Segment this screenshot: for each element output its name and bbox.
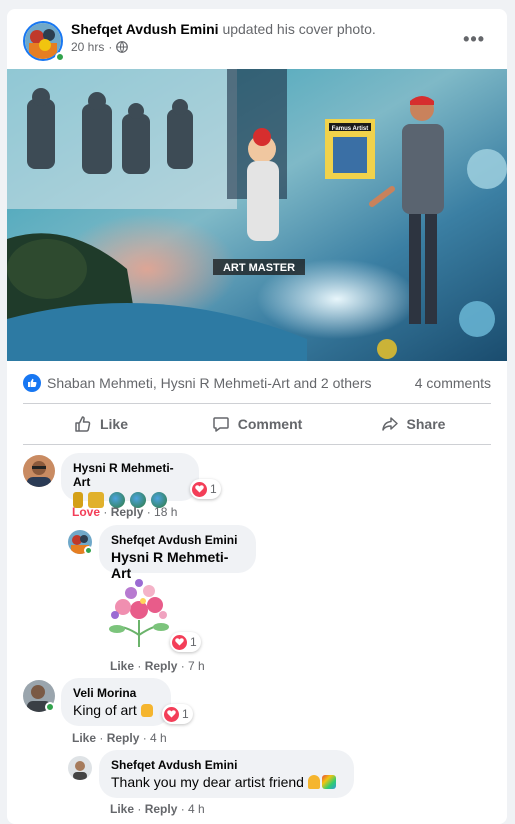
online-indicator <box>45 702 55 712</box>
like-label: Like <box>99 416 128 432</box>
comment-text: King of art <box>73 702 159 718</box>
commenter-avatar[interactable] <box>68 756 92 780</box>
divider <box>23 444 491 445</box>
comment-time[interactable]: 4 h <box>188 802 205 816</box>
more-options-icon[interactable]: ••• <box>463 29 485 50</box>
comment-author[interactable]: Hysni R Mehmeti-Art <box>73 461 187 489</box>
divider <box>23 403 491 404</box>
reaction-names[interactable]: Shaban Mehmeti, Hysni R Mehmeti-Art and … <box>47 375 415 391</box>
reply-link[interactable]: Reply <box>107 731 140 745</box>
heart-icon <box>164 706 179 722</box>
reply-link[interactable]: Reply <box>145 802 178 816</box>
comment-meta: Like · Reply · 7 h <box>110 659 205 673</box>
comment-meta: Love · Reply · 18 h <box>72 505 178 519</box>
commenter-avatar[interactable] <box>23 455 55 487</box>
comment-count[interactable]: 4 comments <box>415 375 491 391</box>
thumbs-up-emoji-icon <box>140 704 153 717</box>
comment-reaction[interactable]: 1 <box>162 704 193 724</box>
comment-bubble: Veli Morina King of art <box>61 678 171 726</box>
post-time[interactable]: 20 hrs <box>71 40 104 54</box>
comment-text: Thank you my dear artist friend <box>111 774 342 790</box>
love-link[interactable]: Love <box>72 505 100 519</box>
author-name[interactable]: Shefqet Avdush Emini <box>71 21 219 37</box>
comment-icon <box>212 417 229 432</box>
post-card: Shefqet Avdush Emini updated his cover p… <box>7 9 507 824</box>
cover-badge: Famus Artist <box>332 126 368 132</box>
like-button[interactable]: Like <box>23 407 179 441</box>
reaction-count: 1 <box>190 635 197 649</box>
reaction-summary: Shaban Mehmeti, Hysni R Mehmeti-Art and … <box>23 371 491 395</box>
share-icon <box>381 417 398 431</box>
comment-reaction[interactable]: 1 <box>190 479 221 499</box>
share-label: Share <box>406 416 446 432</box>
like-link[interactable]: Like <box>110 659 134 673</box>
comment-bubble: Shefqet Avdush Emini Hysni R Mehmeti-Art <box>99 525 256 581</box>
cover-photo[interactable]: Famus Artist ART MASTER <box>7 69 507 361</box>
comment-label: Comment <box>237 416 303 432</box>
like-reaction-icon <box>23 374 41 392</box>
globe-icon <box>116 41 129 53</box>
comment-bubble: Shefqet Avdush Emini Thank you my dear a… <box>99 750 354 798</box>
folded-hands-emoji-icon <box>307 775 320 789</box>
comment-meta: Like · Reply · 4 h <box>72 731 167 745</box>
rainbow-emoji-icon <box>321 775 336 789</box>
comment-author[interactable]: Veli Morina <box>73 686 159 700</box>
online-indicator <box>84 546 93 555</box>
reaction-count: 1 <box>182 707 189 721</box>
comment-time[interactable]: 7 h <box>188 659 205 673</box>
flower-bouquet-sticker[interactable] <box>99 575 179 651</box>
share-button[interactable]: Share <box>335 407 491 441</box>
reply-link[interactable]: Reply <box>145 659 178 673</box>
comment-reaction[interactable]: 1 <box>170 632 201 652</box>
comment-meta: Like · Reply · 4 h <box>110 802 205 816</box>
comment-time[interactable]: 18 h <box>154 505 177 519</box>
comment-bubble: Hysni R Mehmeti-Art <box>61 453 199 509</box>
cover-caption: ART MASTER <box>223 262 295 274</box>
post-action-text: updated his cover photo. <box>222 21 376 37</box>
post-meta: 20 hrs · <box>71 40 129 54</box>
comment-author[interactable]: Shefqet Avdush Emini <box>111 758 342 772</box>
reply-link[interactable]: Reply <box>111 505 144 519</box>
action-bar: Like Comment Share <box>23 407 491 441</box>
comment-button[interactable]: Comment <box>179 407 335 441</box>
online-indicator <box>55 52 65 62</box>
post-header: Shefqet Avdush Emini updated his cover p… <box>7 9 507 69</box>
post-title: Shefqet Avdush Emini updated his cover p… <box>71 21 376 37</box>
like-link[interactable]: Like <box>110 802 134 816</box>
reaction-count: 1 <box>210 482 217 496</box>
thumbs-up-icon <box>75 416 91 432</box>
heart-icon <box>192 481 207 497</box>
comment-author[interactable]: Shefqet Avdush Emini <box>111 533 244 547</box>
heart-icon <box>172 634 187 650</box>
comment-time[interactable]: 4 h <box>150 731 167 745</box>
like-link[interactable]: Like <box>72 731 96 745</box>
